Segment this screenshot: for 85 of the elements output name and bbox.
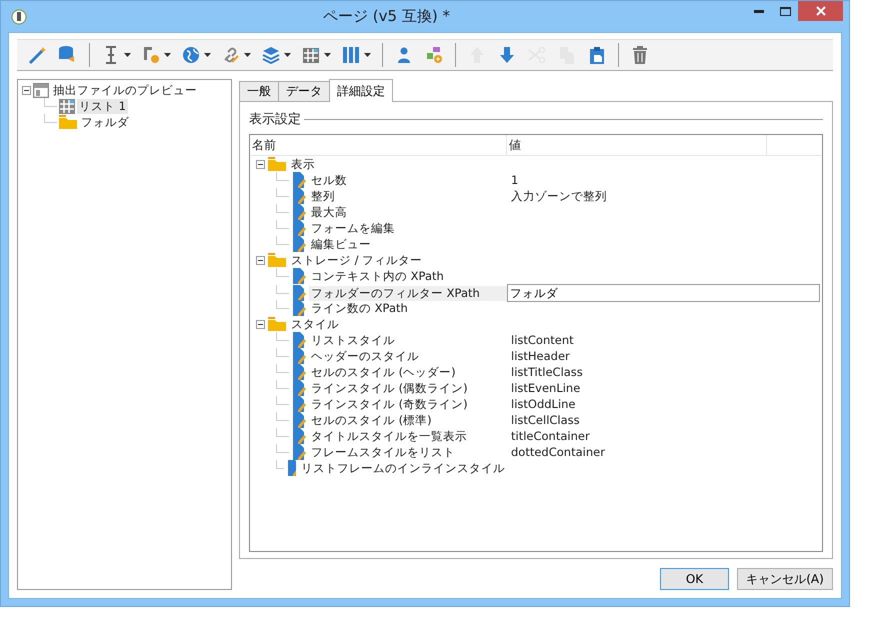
close-icon (816, 6, 826, 16)
magic-wand-icon (28, 45, 48, 65)
property-name[interactable]: フレームスタイルをリスト (309, 444, 457, 460)
group-title: 表示設定 (249, 111, 301, 128)
document-pencil-icon (292, 188, 306, 204)
group-label[interactable]: ストレージ / フィルター (289, 252, 424, 268)
document-pencil-icon (292, 332, 306, 348)
value-input[interactable]: フォルダ (507, 284, 820, 302)
grid-icon (59, 98, 75, 114)
property-name[interactable]: フォルダーのフィルター XPath (309, 286, 507, 300)
dialog-button[interactable]: キャンセル(A) (737, 568, 833, 590)
folder-icon (59, 115, 77, 129)
caret-icon (164, 53, 171, 57)
document-pencil-icon (292, 236, 306, 252)
document-pencil-icon (292, 268, 306, 284)
property-name[interactable]: ラインスタイル (偶数ライン) (309, 380, 470, 396)
property-name[interactable]: タイトルスタイルを一覧表示 (309, 428, 469, 444)
caret-icon (244, 53, 251, 57)
property-value: dottedContainer (510, 445, 606, 459)
property-name[interactable]: リストスタイル (309, 332, 397, 348)
tree-item[interactable]: リスト 1 (77, 98, 128, 114)
tree-item[interactable]: 抽出ファイルのプレビュー (51, 82, 199, 98)
property-value: listContent (510, 333, 575, 347)
property-name[interactable]: 編集ビュー (309, 236, 373, 252)
window-title: ページ (v5 互換) * (322, 7, 451, 26)
caret-icon (284, 53, 291, 57)
app-icon (11, 8, 27, 24)
property-name[interactable]: 整列 (309, 188, 337, 204)
maximize-icon (780, 6, 790, 16)
property-name[interactable]: セルのスタイル (標準) (309, 412, 434, 428)
document-pencil-icon (292, 348, 306, 364)
page-layout-icon (33, 82, 49, 98)
property-value: listEvenLine (510, 381, 582, 395)
property-value: titleContainer (510, 429, 591, 443)
folder-icon (268, 157, 286, 171)
folder-icon (268, 317, 286, 331)
document-pencil-icon (292, 428, 306, 444)
column-header[interactable]: 名前 (250, 135, 507, 155)
column-header[interactable]: 値 (507, 135, 767, 155)
columns-icon (341, 45, 361, 65)
close-button[interactable] (798, 1, 843, 21)
minimize-icon (754, 10, 764, 12)
document-pencil-icon (292, 172, 306, 188)
property-value: 1 (510, 173, 520, 187)
property-value: listHeader (510, 349, 571, 363)
globe-icon (181, 45, 201, 65)
caret-icon (204, 53, 211, 57)
property-name[interactable]: リストフレームのインラインスタイル (299, 460, 507, 476)
document-pencil-icon (292, 364, 306, 380)
folder-icon (268, 253, 286, 267)
down-arrow-icon (497, 45, 517, 65)
tab[interactable]: 一般 (239, 81, 279, 102)
group-label[interactable]: 表示 (289, 156, 317, 172)
property-name[interactable]: フォームを編集 (309, 220, 397, 236)
clipboard-icon (587, 45, 607, 65)
tree-item[interactable]: フォルダ (79, 114, 131, 130)
caret-icon (324, 53, 331, 57)
property-value: listTitleClass (510, 365, 584, 379)
document-pencil-icon (292, 380, 306, 396)
document-pencil-icon (292, 396, 306, 412)
tab[interactable]: データ (278, 81, 330, 102)
table-icon (301, 45, 321, 65)
dialog-button[interactable]: OK (660, 568, 729, 590)
property-name[interactable]: ヘッダーのスタイル (309, 348, 421, 364)
shapes-add-icon (424, 45, 444, 65)
property-name[interactable]: セルのスタイル (ヘッダー) (309, 364, 458, 380)
property-value: listCellClass (510, 413, 581, 427)
property-name[interactable]: ラインスタイル (奇数ライン) (309, 396, 470, 412)
document-pencil-icon (292, 220, 306, 236)
property-value: 入力ゾーンで整列 (510, 188, 608, 204)
trash-icon (630, 45, 650, 65)
document-pencil-icon (292, 412, 306, 428)
caret-icon (364, 53, 371, 57)
layers-icon (261, 45, 281, 65)
property-value: listOddLine (510, 397, 577, 411)
property-name[interactable]: 最大高 (309, 204, 349, 220)
property-name[interactable]: ライン数の XPath (309, 300, 410, 316)
document-pencil-icon (292, 300, 306, 316)
caret-icon (124, 53, 131, 57)
document-pencil-icon (292, 285, 306, 301)
property-name[interactable]: コンテキスト内の XPath (309, 268, 446, 284)
property-name[interactable]: セル数 (309, 172, 349, 188)
group-label[interactable]: スタイル (289, 316, 341, 332)
document-pencil-icon (292, 204, 306, 220)
tab[interactable]: 詳細設定 (329, 79, 393, 102)
